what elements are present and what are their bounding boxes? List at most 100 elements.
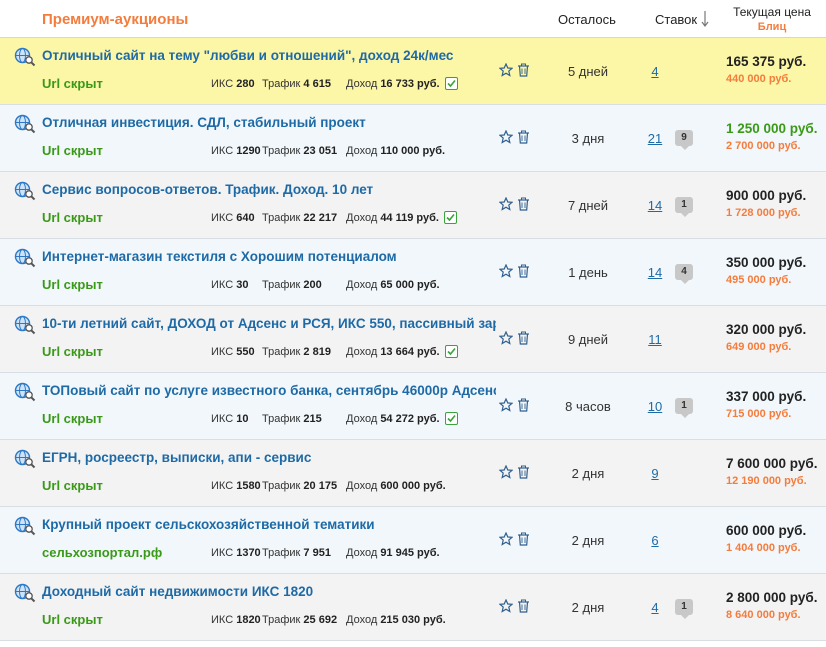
current-price: 600 000 руб. (726, 523, 807, 538)
auction-row: 10-ти летний сайт, ДОХОД от Адсенс и РСЯ… (0, 306, 826, 373)
iks-stat: ИКС 280 (211, 78, 255, 90)
iks-label: ИКС (211, 78, 234, 90)
bids-count-link[interactable]: 9 (640, 466, 670, 481)
time-remaining: 3 дня (571, 131, 605, 146)
delete-trash-icon[interactable] (517, 63, 530, 77)
column-blitz-header[interactable]: Блиц (726, 21, 818, 33)
delete-trash-icon[interactable] (517, 532, 530, 546)
traffic-label: Трафик (262, 547, 301, 559)
favorite-star-icon[interactable] (499, 63, 513, 77)
favorite-star-icon[interactable] (499, 398, 513, 412)
bids-count-link[interactable]: 21 (640, 131, 670, 146)
income-stat: Доход 600 000 руб. (346, 480, 446, 492)
favorite-star-icon[interactable] (499, 599, 513, 613)
globe-search-icon[interactable] (14, 248, 36, 268)
iks-label: ИКС (211, 480, 234, 492)
bids-count-link[interactable]: 6 (640, 533, 670, 548)
comments-count-badge[interactable]: 9 (675, 130, 693, 150)
column-bids-header[interactable]: Ставок (655, 12, 697, 27)
current-price: 7 600 000 руб. (726, 456, 818, 471)
income-stat: Доход 54 272 руб. (346, 413, 440, 425)
delete-trash-icon[interactable] (517, 331, 530, 345)
bids-count-link[interactable]: 11 (640, 332, 670, 347)
bids-count-link[interactable]: 4 (640, 64, 670, 79)
traffic-label: Трафик (262, 145, 301, 157)
auction-title-link[interactable]: Доходный сайт недвижимости ИКС 1820 (42, 584, 496, 599)
traffic-value: 4 615 (303, 78, 331, 90)
favorite-star-icon[interactable] (499, 532, 513, 546)
site-url: Url скрыт (42, 76, 103, 91)
time-remaining: 2 дня (571, 600, 605, 615)
income-label: Доход (346, 346, 378, 358)
delete-trash-icon[interactable] (517, 465, 530, 479)
auction-title-link[interactable]: Крупный проект сельскохозяйственной тема… (42, 517, 496, 532)
time-remaining: 1 день (568, 265, 608, 280)
auction-title-link[interactable]: Отличная инвестиция. СДЛ, стабильный про… (42, 115, 496, 130)
column-remaining-header[interactable]: Осталось (558, 12, 616, 27)
globe-search-icon[interactable] (14, 449, 36, 469)
iks-label: ИКС (211, 614, 234, 626)
blitz-price: 649 000 руб. (726, 341, 792, 353)
globe-search-icon[interactable] (14, 114, 36, 134)
income-value: 215 030 руб. (380, 614, 446, 626)
site-url: Url скрыт (42, 478, 103, 493)
favorite-star-icon[interactable] (499, 264, 513, 278)
favorite-star-icon[interactable] (499, 197, 513, 211)
auction-title-link[interactable]: 10-ти летний сайт, ДОХОД от Адсенс и РСЯ… (42, 316, 496, 331)
traffic-value: 23 051 (303, 145, 338, 157)
favorite-star-icon[interactable] (499, 331, 513, 345)
table-header: Премиум-аукционы Осталось Ставок Текущая… (0, 0, 826, 38)
site-url: Url скрыт (42, 344, 103, 359)
auction-title-link[interactable]: Интернет-магазин текстиля с Хорошим поте… (42, 249, 496, 264)
delete-trash-icon[interactable] (517, 398, 530, 412)
iks-label: ИКС (211, 413, 234, 425)
comments-count-badge[interactable]: 1 (675, 599, 693, 619)
auction-title-link[interactable]: ЕГРН, росреестр, выписки, апи - сервис (42, 450, 496, 465)
traffic-value: 215 (303, 413, 322, 425)
current-price: 350 000 руб. (726, 255, 807, 270)
iks-stat: ИКС 1580 (211, 480, 261, 492)
bids-count-link[interactable]: 14 (640, 198, 670, 213)
favorite-star-icon[interactable] (499, 130, 513, 144)
globe-search-icon[interactable] (14, 47, 36, 67)
current-price: 2 800 000 руб. (726, 590, 818, 605)
delete-trash-icon[interactable] (517, 599, 530, 613)
income-label: Доход (346, 614, 378, 626)
globe-search-icon[interactable] (14, 516, 36, 536)
bids-count-link[interactable]: 10 (640, 399, 670, 414)
blitz-price: 12 190 000 руб. (726, 475, 807, 487)
auction-row: Сервис вопросов-ответов. Трафик. Доход. … (0, 172, 826, 239)
iks-label: ИКС (211, 145, 234, 157)
traffic-stat: Трафик 215 (262, 413, 322, 425)
bids-count-link[interactable]: 14 (640, 265, 670, 280)
auction-title-link[interactable]: ТОПовый сайт по услуге известного банка,… (42, 383, 496, 398)
iks-value: 1370 (236, 547, 261, 559)
income-label: Доход (346, 279, 378, 291)
comments-count-badge[interactable]: 4 (675, 264, 693, 284)
column-price-header[interactable]: Текущая цена (726, 5, 818, 19)
blitz-price: 2 700 000 руб. (726, 140, 801, 152)
comments-count-badge[interactable]: 1 (675, 398, 693, 418)
auction-title-link[interactable]: Сервис вопросов-ответов. Трафик. Доход. … (42, 182, 496, 197)
globe-search-icon[interactable] (14, 315, 36, 335)
globe-search-icon[interactable] (14, 583, 36, 603)
globe-search-icon[interactable] (14, 382, 36, 402)
current-price: 337 000 руб. (726, 389, 807, 404)
sort-down-icon[interactable] (700, 9, 710, 29)
delete-trash-icon[interactable] (517, 130, 530, 144)
iks-stat: ИКС 1290 (211, 145, 261, 157)
traffic-value: 200 (303, 279, 322, 291)
income-label: Доход (346, 547, 378, 559)
bids-count-link[interactable]: 4 (640, 600, 670, 615)
current-price: 320 000 руб. (726, 322, 807, 337)
globe-search-icon[interactable] (14, 181, 36, 201)
delete-trash-icon[interactable] (517, 264, 530, 278)
delete-trash-icon[interactable] (517, 197, 530, 211)
traffic-label: Трафик (262, 78, 301, 90)
auction-title-link[interactable]: Отличный сайт на тему "любви и отношений… (42, 48, 496, 63)
favorite-star-icon[interactable] (499, 465, 513, 479)
traffic-stat: Трафик 25 692 (262, 614, 337, 626)
comments-count-badge[interactable]: 1 (675, 197, 693, 217)
iks-label: ИКС (211, 547, 234, 559)
traffic-label: Трафик (262, 614, 301, 626)
